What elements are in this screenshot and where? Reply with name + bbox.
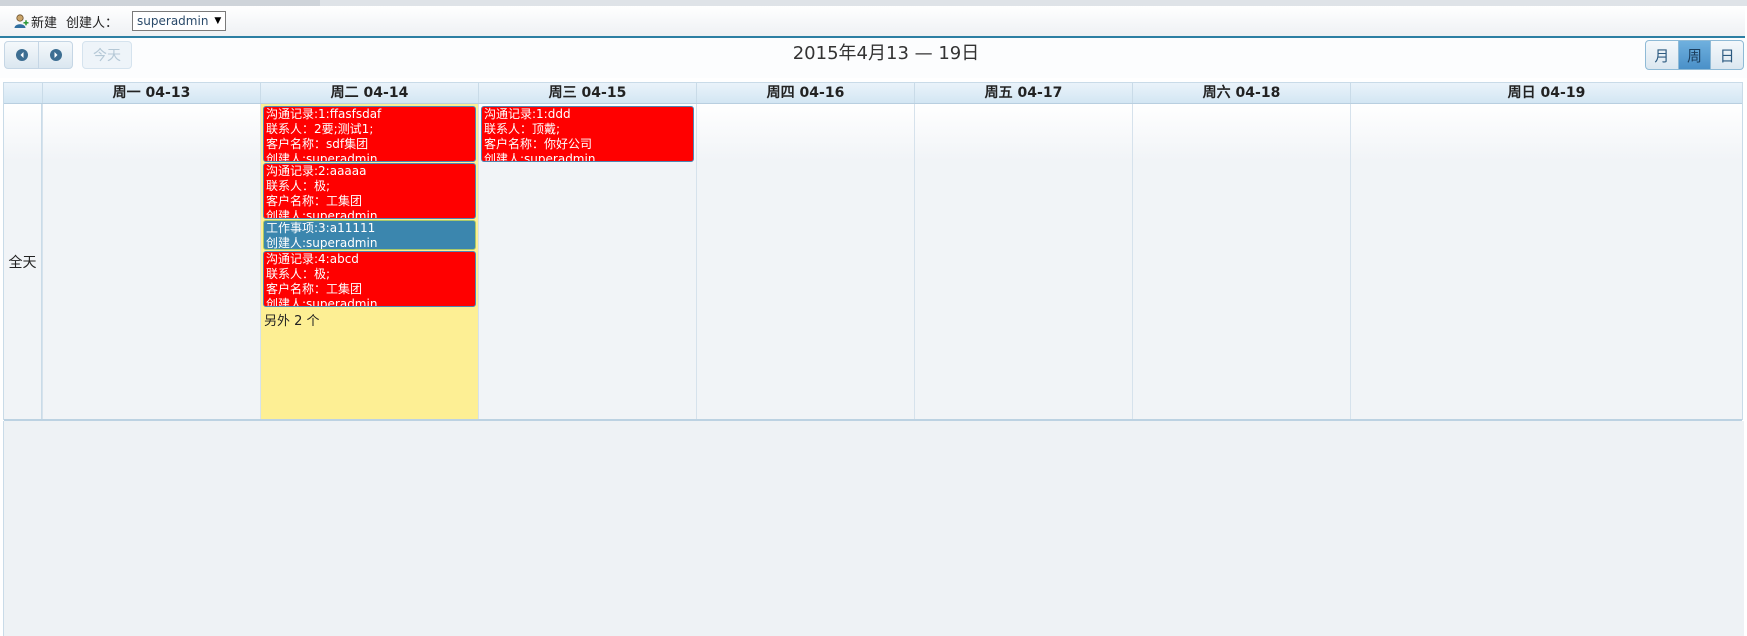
event-item[interactable]: 沟通记录:2:aaaaa 联系人：极; 客户名称：工集团 创建人:superad… [263,163,476,219]
allday-label: 全天 [4,104,42,419]
more-events-link[interactable]: 另外 2 个 [264,310,320,329]
event-title: 沟通记录:2:aaaaa [266,164,367,178]
triangle-down-icon: ▼ [214,16,222,26]
event-title: 沟通记录:1:ddd [484,107,571,121]
event-item[interactable]: 沟通记录:4:abcd 联系人：极; 客户名称：工集团 创建人:superadm… [263,251,476,307]
day-header-fri: 周五 04-17 [914,83,1132,103]
creator-label: 创建人： [66,15,119,31]
day-cell-wed[interactable]: 沟通记录:1:ddd 联系人：顶戴; 客户名称：你好公司 创建人:superad… [478,104,696,419]
chevron-right-icon [49,49,62,61]
day-header-sat: 周六 04-18 [1132,83,1350,103]
day-header-sun: 周日 04-19 [1350,83,1742,103]
event-item[interactable]: 工作事项:3:a11111 创建人:superadmin [263,220,476,250]
event-contact: 联系人：极; [266,179,331,193]
new-button[interactable]: 新建 [13,12,57,31]
day-cell-thu[interactable] [696,104,914,419]
event-contact: 联系人：顶戴; [484,122,561,136]
view-switcher: 月 周 日 [1645,40,1744,70]
event-customer: 客户名称：你好公司 [484,137,593,151]
date-range-title: 2015年4月13 — 19日 [792,43,980,64]
day-header-thu: 周四 04-16 [696,83,914,103]
creator-select-value: superadmin [137,14,209,28]
calendar-header: 今天 2015年4月13 — 19日 月 周 日 [0,38,1747,78]
day-cell-sun[interactable] [1350,104,1742,419]
toolbar: 新建 创建人： superadmin ▼ [0,6,1745,38]
day-header-row: 周一 04-13 周二 04-14 周三 04-15 周四 04-16 周五 0… [4,83,1742,104]
event-creator: 创建人:superadmin [266,209,378,219]
event-creator: 创建人:superadmin [266,236,378,250]
nav-button-group [4,41,73,69]
event-customer: 客户名称：sdf集团 [266,137,369,151]
day-header-wed: 周三 04-15 [478,83,696,103]
day-header-tue: 周二 04-14 [260,83,478,103]
today-button[interactable]: 今天 [82,41,132,69]
prev-button[interactable] [5,42,38,68]
event-contact: 联系人：极; [266,267,331,281]
view-day-button[interactable]: 日 [1710,41,1743,69]
event-creator: 创建人:superadmin [484,152,596,162]
view-week-button[interactable]: 周 [1677,41,1711,69]
allday-row: 全天 沟通记录:1:ffasfsdaf 联系人：2要;测试1; 客户名称：sdf… [4,104,1742,421]
header-corner [4,83,42,103]
event-title: 沟通记录:4:abcd [266,252,359,266]
creator-select[interactable]: superadmin ▼ [132,11,227,31]
event-title: 沟通记录:1:ffasfsdaf [266,107,382,121]
event-contact: 联系人：2要;测试1; [266,122,374,136]
chevron-left-icon [15,49,28,61]
day-cell-sat[interactable] [1132,104,1350,419]
event-customer: 客户名称：工集团 [266,282,363,296]
event-title: 工作事项:3:a11111 [266,221,376,235]
day-cell-tue[interactable]: 沟通记录:1:ffasfsdaf 联系人：2要;测试1; 客户名称：sdf集团 … [260,104,478,419]
day-cell-mon[interactable] [42,104,260,419]
event-creator: 创建人:superadmin [266,297,378,307]
next-button[interactable] [38,42,72,68]
day-cell-fri[interactable] [914,104,1132,419]
new-button-label: 新建 [31,15,58,31]
time-grid-area [3,421,1744,636]
day-header-mon: 周一 04-13 [42,83,260,103]
event-customer: 客户名称：工集团 [266,194,363,208]
event-item[interactable]: 沟通记录:1:ffasfsdaf 联系人：2要;测试1; 客户名称：sdf集团 … [263,106,476,162]
week-grid: 周一 04-13 周二 04-14 周三 04-15 周四 04-16 周五 0… [3,82,1743,421]
event-item[interactable]: 沟通记录:1:ddd 联系人：顶戴; 客户名称：你好公司 创建人:superad… [481,106,694,162]
view-month-button[interactable]: 月 [1646,41,1678,69]
event-creator: 创建人:superadmin [266,152,378,162]
user-add-icon [14,14,29,28]
